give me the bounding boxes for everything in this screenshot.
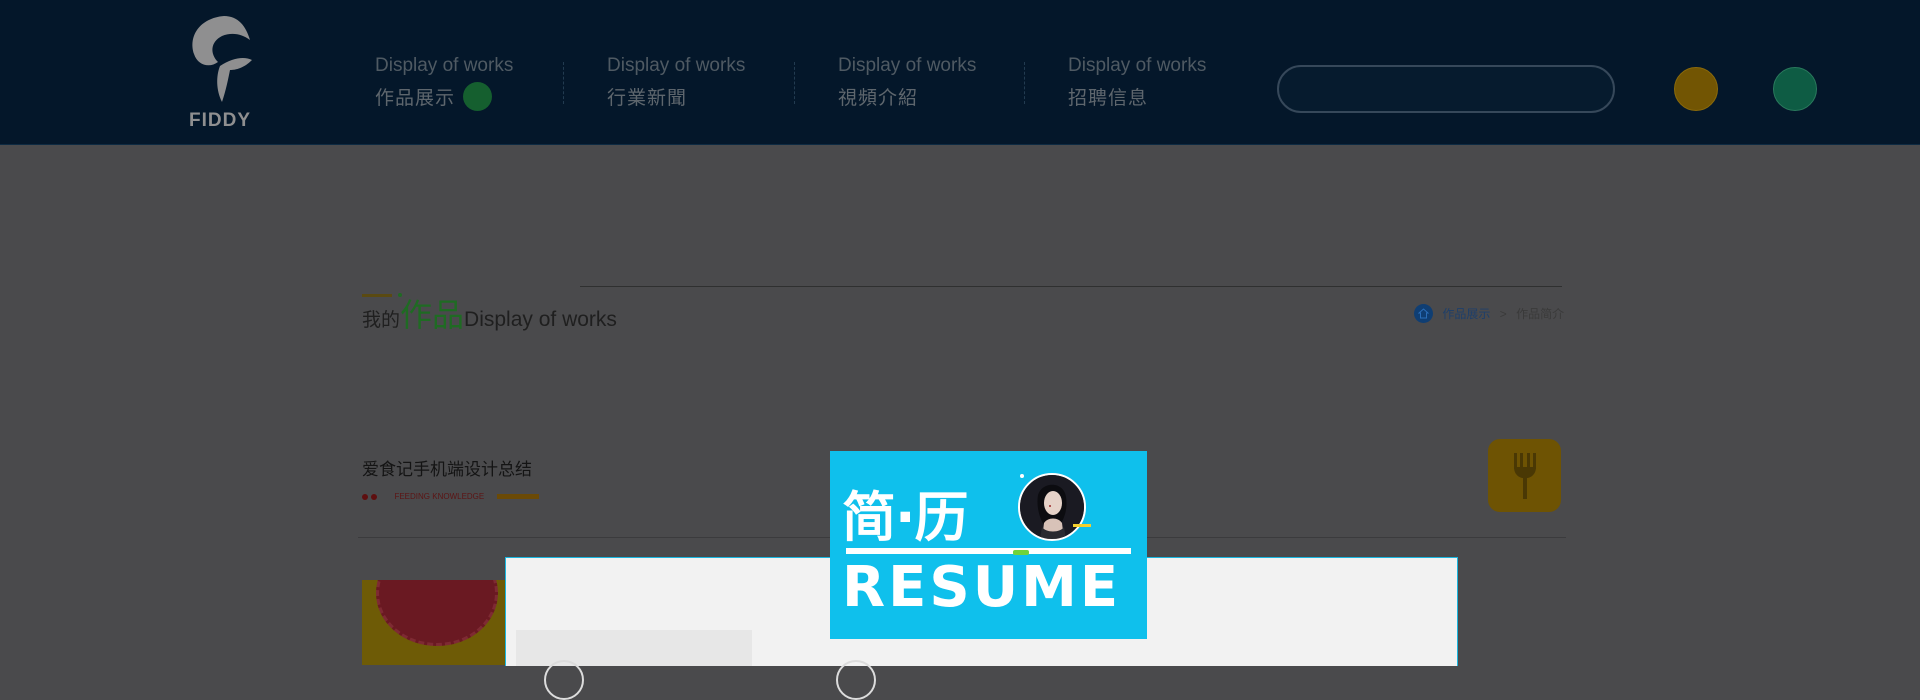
home-icon[interactable]: [1414, 304, 1433, 323]
breadcrumb-separator: >: [1499, 306, 1507, 321]
nav-separator: [794, 62, 795, 104]
article-tags: FEEDING KNOWLEDGE: [362, 488, 539, 502]
top-navbar: FIDDY Display of works 作品展示 Display of w…: [0, 0, 1920, 145]
breadcrumb-link[interactable]: 作品展示: [1442, 307, 1490, 321]
logo-mark-icon: [192, 16, 252, 102]
decoration-dot: [1020, 474, 1024, 478]
nav-item-cn-label: 視頻介紹: [838, 88, 919, 109]
tag-text: FEEDING KNOWLEDGE: [394, 492, 485, 502]
tag-bar: [496, 494, 539, 500]
modal-faint-banner: [516, 630, 752, 666]
resume-divider-bar: [846, 548, 1131, 554]
avatar: [1018, 473, 1086, 541]
green-circle-button[interactable]: [1773, 67, 1817, 111]
article-thumbnail[interactable]: [362, 580, 506, 665]
title-decoration-dot: [398, 293, 402, 297]
logo-text: FIDDY: [189, 110, 251, 131]
title-main: 作品: [400, 297, 465, 333]
decoration-bar: [1073, 524, 1091, 527]
breadcrumb: 作品展示 > 作品简介: [1414, 304, 1564, 328]
title-decoration: [362, 294, 392, 297]
nav-separator: [563, 62, 564, 104]
nav-item-cn-label: 行業新聞: [607, 88, 688, 109]
tag-dot: [362, 493, 368, 500]
resume-title-en: RESUME: [842, 555, 1122, 620]
page-title: 我的作品Display of works: [362, 290, 617, 333]
fork-icon: [1514, 453, 1536, 499]
yellow-circle-button[interactable]: [1674, 67, 1718, 111]
modal-faint-circle: [544, 660, 584, 700]
nav-item-works[interactable]: Display of works 作品展示: [375, 55, 513, 115]
section-top-rule: [580, 286, 1562, 287]
title-english: Display of works: [464, 308, 617, 331]
breadcrumb-current: 作品简介: [1516, 307, 1565, 321]
fork-icon-button[interactable]: [1488, 439, 1561, 512]
nav-separator: [1024, 62, 1025, 104]
resume-card[interactable]: 简·历 RESUME: [830, 451, 1147, 639]
title-prefix: 我的: [362, 310, 401, 331]
nav-item-cn-label: 作品展示: [375, 82, 513, 112]
nav-item-jobs[interactable]: Display of works 招聘信息: [1068, 55, 1206, 115]
fiddy-logo[interactable]: FIDDY: [180, 14, 260, 132]
nav-item-video[interactable]: Display of works 視頻介紹: [838, 55, 976, 115]
nav-item-en-label: Display of works: [607, 55, 746, 76]
nav-item-cn-label: 招聘信息: [1068, 88, 1149, 109]
tag-dot: [371, 493, 377, 500]
nav-item-en-label: Display of works: [1068, 55, 1207, 76]
nav-item-news[interactable]: Display of works 行業新聞: [607, 55, 745, 115]
nav-item-en-label: Display of works: [375, 55, 514, 76]
resume-title-cn: 简·历: [842, 486, 969, 549]
search-input[interactable]: [1277, 65, 1615, 113]
modal-faint-circle: [836, 660, 876, 700]
article-title[interactable]: 爱食记手机端设计总结: [362, 455, 532, 480]
nav-item-en-label: Display of works: [838, 55, 977, 76]
active-indicator-dot: [463, 82, 493, 112]
thumbnail-doily: [376, 580, 498, 646]
